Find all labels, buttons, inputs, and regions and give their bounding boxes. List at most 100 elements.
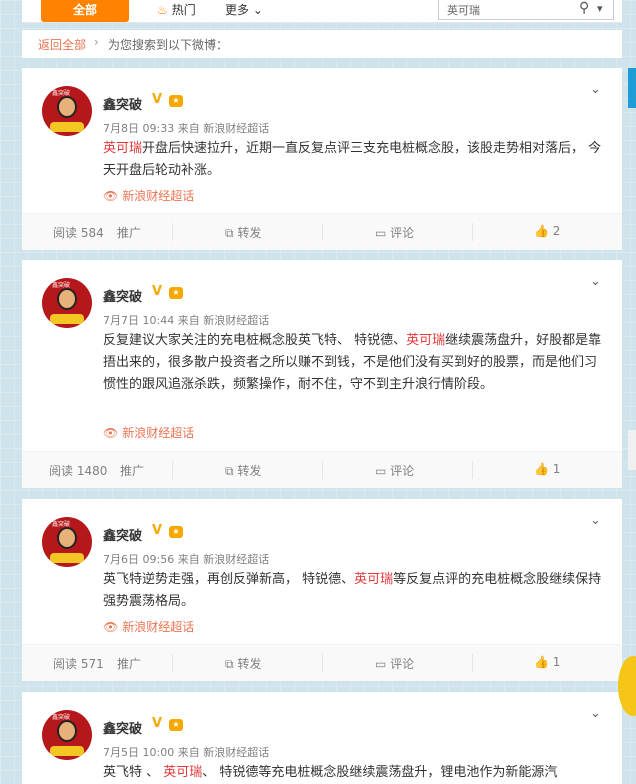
- source-prefix: 来自: [177, 553, 200, 566]
- side-widget[interactable]: [628, 68, 636, 108]
- author-name[interactable]: 鑫突破: [103, 286, 142, 305]
- like-button[interactable]: 👍 2: [534, 224, 560, 238]
- source-prefix: 来自: [177, 746, 200, 759]
- topic-link[interactable]: 👁 新浪财经超话: [103, 424, 194, 441]
- like-button[interactable]: 👍 1: [534, 462, 560, 476]
- repost-label: 转发: [237, 226, 262, 240]
- repost-button[interactable]: ⧉ 转发: [225, 655, 261, 672]
- repost-icon: ⧉: [225, 657, 234, 671]
- promote-button[interactable]: 推广: [117, 655, 141, 672]
- avatar[interactable]: 鑫突破: [42, 86, 92, 136]
- avatar[interactable]: 鑫突破: [42, 278, 92, 328]
- post-time[interactable]: 7月7日 10:44: [103, 314, 174, 327]
- weibo-post: 鑫突破 鑫突破 V ★ ⌄ 7月6日 09:56 来自 新浪财经超话 英飞特逆势…: [22, 499, 622, 681]
- post-source[interactable]: 新浪财经超话: [203, 553, 269, 566]
- comment-label: 评论: [390, 464, 415, 478]
- post-time[interactable]: 7月5日 10:00: [103, 746, 174, 759]
- post-source[interactable]: 新浪财经超话: [203, 746, 269, 759]
- search-icon[interactable]: ⚲: [579, 0, 589, 16]
- verified-v-icon: V: [152, 92, 163, 107]
- comment-icon: ▭: [375, 226, 387, 240]
- post-text: 反复建议大家关注的充电桩概念股英飞特、 特锐德、英可瑞继续震荡盘升，好股都是靠捂…: [103, 330, 603, 396]
- post-source[interactable]: 新浪财经超话: [203, 314, 269, 327]
- member-level-icon: ★: [169, 719, 183, 731]
- weibo-post: 鑫突破 鑫突破 V ★ ⌄ 7月7日 10:44 来自 新浪财经超话 反复建议大…: [22, 260, 622, 488]
- search-input[interactable]: [445, 1, 569, 19]
- text-segment: 反复建议大家关注的充电桩概念股英飞特、 特锐德、: [103, 333, 407, 348]
- post-time[interactable]: 7月8日 09:33: [103, 122, 174, 135]
- text-segment: 开盘后快速拉升，近期一直反复点评三支充电桩概念股，该股走势相对落后， 今天开盘后…: [103, 141, 602, 178]
- verified-v-icon: V: [152, 284, 163, 299]
- comment-label: 评论: [390, 657, 415, 671]
- side-widget[interactable]: [628, 430, 636, 470]
- source-prefix: 来自: [177, 314, 200, 327]
- chevron-down-icon[interactable]: ⌄: [590, 274, 601, 289]
- chevron-down-icon[interactable]: ⌄: [590, 513, 601, 528]
- topic-eye-icon: 👁: [103, 620, 119, 634]
- top-nav-bar: 全部 ♨热门 更多 ⌄ ⚲ ▾: [22, 0, 622, 23]
- read-count: 阅读 1480: [49, 464, 108, 478]
- tab-hot-label: 热门: [171, 3, 196, 17]
- repost-button[interactable]: ⧉ 转发: [225, 224, 261, 241]
- post-text: 英可瑞开盘后快速拉升，近期一直反复点评三支充电桩概念股，该股走势相对落后， 今天…: [103, 138, 603, 182]
- comment-button[interactable]: ▭ 评论: [375, 655, 414, 672]
- member-level-icon: ★: [169, 287, 183, 299]
- like-count: 2: [552, 224, 561, 238]
- search-dropdown-icon[interactable]: ▾: [597, 2, 603, 15]
- like-button[interactable]: 👍 1: [534, 655, 560, 669]
- keyword-highlight: 英可瑞: [103, 141, 143, 156]
- text-segment: 、 特锐德等充电桩概念股继续震荡盘升，锂电池作为新能源汽: [202, 765, 558, 780]
- author-name[interactable]: 鑫突破: [103, 94, 142, 113]
- like-count: 1: [552, 462, 561, 476]
- promote-button[interactable]: 推广: [120, 462, 144, 479]
- repost-label: 转发: [237, 657, 262, 671]
- back-to-all-link[interactable]: 返回全部: [38, 36, 86, 53]
- promote-button[interactable]: 推广: [117, 224, 141, 241]
- author-name[interactable]: 鑫突破: [103, 718, 142, 737]
- post-source[interactable]: 新浪财经超话: [203, 122, 269, 135]
- repost-label: 转发: [237, 464, 262, 478]
- topic-link[interactable]: 👁 新浪财经超话: [103, 187, 194, 204]
- repost-button[interactable]: ⧉ 转发: [225, 462, 261, 479]
- post-actions: 阅读 571 推广 ⧉ 转发 ▭ 评论 👍 1: [22, 644, 622, 681]
- avatar[interactable]: 鑫突破: [42, 517, 92, 567]
- comment-icon: ▭: [375, 464, 387, 478]
- weibo-post: 鑫突破 鑫突破 V ★ ⌄ 7月8日 09:33 来自 新浪财经超话 英可瑞开盘…: [22, 68, 622, 250]
- avatar[interactable]: 鑫突破: [42, 710, 92, 760]
- read-count: 阅读 571: [53, 657, 104, 671]
- weibo-post: 鑫突破 鑫突破 V ★ ⌄ 7月5日 10:00 来自 新浪财经超话 英飞特 、…: [22, 692, 622, 784]
- keyword-highlight: 英可瑞: [406, 333, 446, 348]
- comment-button[interactable]: ▭ 评论: [375, 462, 414, 479]
- chevron-right-icon: ›: [94, 35, 99, 49]
- post-text: 英飞特 、 英可瑞、 特锐德等充电桩概念股继续震荡盘升，锂电池作为新能源汽: [103, 762, 622, 784]
- post-actions: 阅读 584 推广 ⧉ 转发 ▭ 评论 👍 2: [22, 213, 622, 250]
- search-result-hint: 为您搜索到以下微博：: [108, 38, 229, 52]
- post-time[interactable]: 7月6日 09:56: [103, 553, 174, 566]
- member-level-icon: ★: [169, 526, 183, 538]
- verified-v-icon: V: [152, 523, 163, 538]
- member-level-icon: ★: [169, 95, 183, 107]
- topic-label: 新浪财经超话: [122, 426, 195, 440]
- keyword-highlight: 英可瑞: [163, 765, 203, 780]
- post-meta: 7月5日 10:00 来自 新浪财经超话: [103, 744, 269, 760]
- chevron-down-icon[interactable]: ⌄: [590, 82, 601, 97]
- verified-v-icon: V: [152, 716, 163, 731]
- flame-icon: ♨: [157, 3, 168, 17]
- post-meta: 7月6日 09:56 来自 新浪财经超话: [103, 551, 269, 567]
- tab-hot[interactable]: ♨ 热门: [157, 0, 196, 22]
- comment-icon: ▭: [375, 657, 387, 671]
- post-meta: 7月8日 09:33 来自 新浪财经超话: [103, 120, 269, 136]
- keyword-highlight: 英可瑞: [354, 572, 394, 587]
- tab-all[interactable]: 全部: [41, 0, 129, 22]
- thumbs-up-icon: 👍: [534, 224, 549, 238]
- comment-button[interactable]: ▭ 评论: [375, 224, 414, 241]
- source-prefix: 来自: [177, 122, 200, 135]
- post-text: 英飞特逆势走强，再创反弹新高， 特锐德、英可瑞等反复点评的充电桩概念股继续保持强…: [103, 569, 603, 613]
- tab-more[interactable]: 更多 ⌄: [225, 0, 263, 22]
- read-count: 阅读 584: [53, 226, 104, 240]
- repost-icon: ⧉: [225, 464, 234, 478]
- author-name[interactable]: 鑫突破: [103, 525, 142, 544]
- topic-link[interactable]: 👁 新浪财经超话: [103, 618, 194, 635]
- post-actions: 阅读 1480 推广 ⧉ 转发 ▭ 评论 👍 1: [22, 451, 622, 488]
- chevron-down-icon[interactable]: ⌄: [590, 706, 601, 721]
